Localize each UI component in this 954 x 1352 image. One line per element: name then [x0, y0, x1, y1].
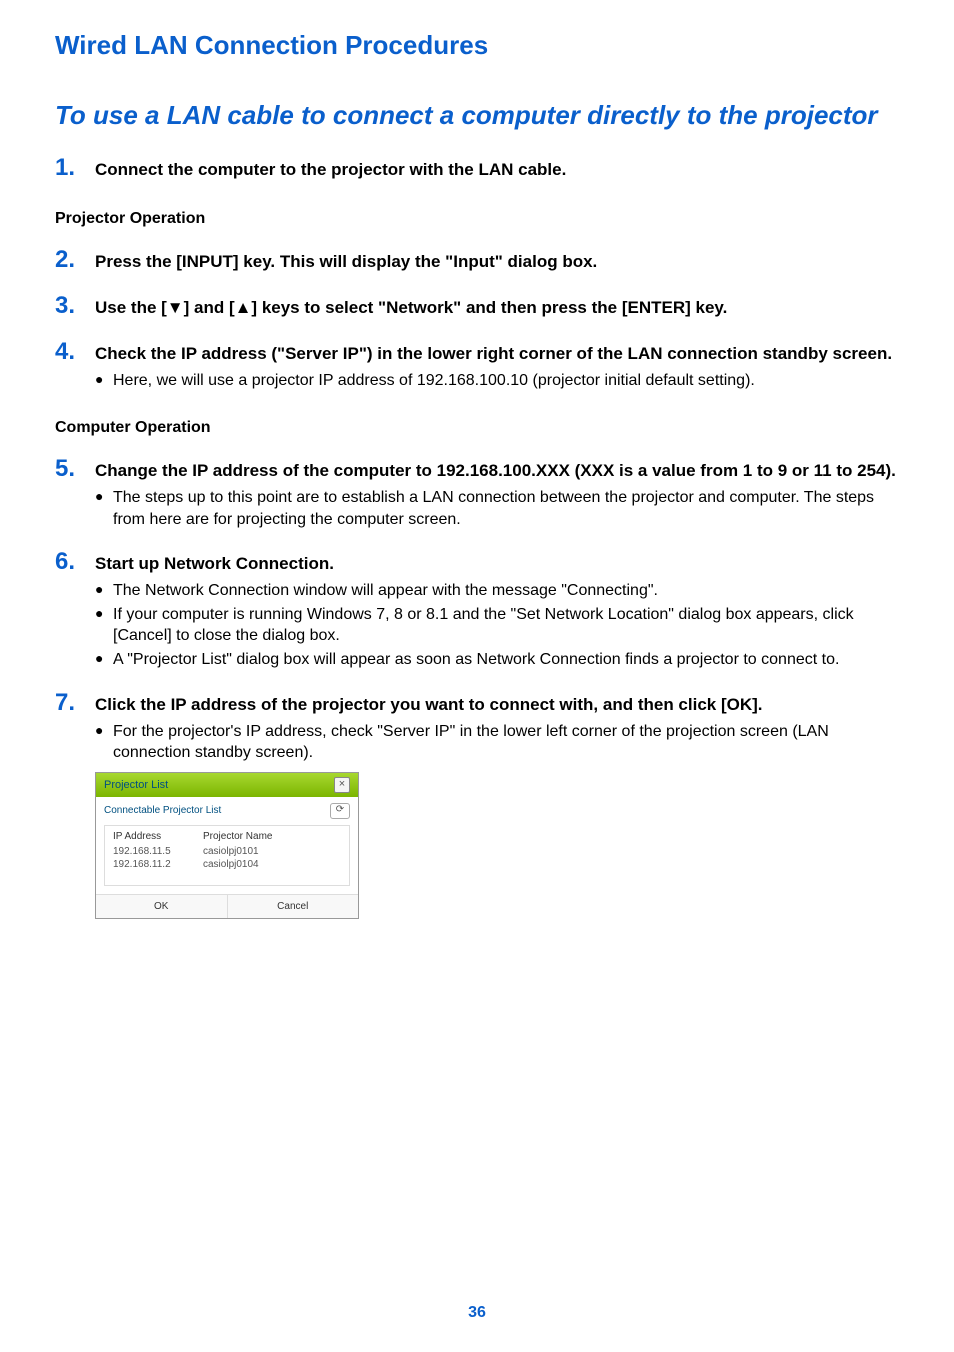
step-5-text: Change the IP address of the computer to… — [95, 460, 899, 483]
step-1-num: 1. — [55, 154, 95, 182]
step-6-bullet-0-text: The Network Connection window will appea… — [113, 580, 899, 602]
col-name-header: Projector Name — [203, 831, 272, 842]
step-4-bullet-0-text: Here, we will use a projector IP address… — [113, 370, 899, 392]
step-2: 2. Press the [INPUT] key. This will disp… — [55, 246, 899, 274]
dialog-subtitle: Connectable Projector List — [104, 805, 221, 816]
bullet-icon: ● — [95, 487, 113, 506]
step-2-text: Press the [INPUT] key. This will display… — [95, 251, 899, 274]
step-1: 1. Connect the computer to the projector… — [55, 154, 899, 182]
step-3-num: 3. — [55, 292, 95, 320]
step-4-num: 4. — [55, 338, 95, 366]
projector-list-dialog: Projector List × Connectable Projector L… — [95, 772, 359, 919]
main-heading: Wired LAN Connection Procedures — [55, 30, 899, 61]
step-6-bullet-1: ● If your computer is running Windows 7,… — [95, 604, 899, 647]
step-7-num: 7. — [55, 689, 95, 717]
step-7-text: Click the IP address of the projector yo… — [95, 694, 899, 717]
step-5-bullet-0-text: The steps up to this point are to establ… — [113, 487, 899, 530]
table-row[interactable]: 192.168.11.2 casiolpj0104 — [113, 858, 341, 871]
bullet-icon: ● — [95, 604, 113, 623]
table-row[interactable]: 192.168.11.5 casiolpj0101 — [113, 845, 341, 858]
sub-heading: To use a LAN cable to connect a computer… — [55, 99, 899, 132]
col-ip-header: IP Address — [113, 831, 203, 842]
projector-table: IP Address Projector Name 192.168.11.5 c… — [104, 825, 350, 886]
bullet-icon: ● — [95, 370, 113, 389]
bullet-icon: ● — [95, 721, 113, 740]
step-3: 3. Use the [▼] and [▲] keys to select "N… — [55, 292, 899, 320]
step-7-bullet-0: ● For the projector's IP address, check … — [95, 721, 899, 764]
bullet-icon: ● — [95, 649, 113, 668]
dialog-title-text: Projector List — [104, 779, 168, 791]
step-6-text: Start up Network Connection. — [95, 553, 899, 576]
row-0-ip: 192.168.11.5 — [113, 846, 203, 857]
step-6-bullet-2: ● A "Projector List" dialog box will app… — [95, 649, 899, 671]
row-1-ip: 192.168.11.2 — [113, 859, 203, 870]
step-6-num: 6. — [55, 548, 95, 576]
step-3-text: Use the [▼] and [▲] keys to select "Netw… — [95, 297, 899, 320]
step-4-bullet-0: ● Here, we will use a projector IP addre… — [95, 370, 899, 392]
row-1-name: casiolpj0104 — [203, 859, 259, 870]
projector-operation-label: Projector Operation — [55, 210, 899, 228]
page-number: 36 — [0, 1304, 954, 1322]
refresh-icon[interactable]: ⟳ — [330, 803, 350, 819]
ok-button[interactable]: OK — [96, 895, 228, 918]
step-7-bullet-0-text: For the projector's IP address, check "S… — [113, 721, 899, 764]
close-icon[interactable]: × — [334, 777, 350, 793]
step-6-bullet-1-text: If your computer is running Windows 7, 8… — [113, 604, 899, 647]
computer-operation-label: Computer Operation — [55, 419, 899, 437]
step-5-bullet-0: ● The steps up to this point are to esta… — [95, 487, 899, 530]
step-5: 5. Change the IP address of the computer… — [55, 455, 899, 530]
step-2-num: 2. — [55, 246, 95, 274]
step-5-num: 5. — [55, 455, 95, 483]
step-4-text: Check the IP address ("Server IP") in th… — [95, 343, 899, 366]
step-4: 4. Check the IP address ("Server IP") in… — [55, 338, 899, 392]
cancel-button[interactable]: Cancel — [228, 895, 359, 918]
step-6: 6. Start up Network Connection. ● The Ne… — [55, 548, 899, 670]
step-6-bullet-2-text: A "Projector List" dialog box will appea… — [113, 649, 899, 671]
row-0-name: casiolpj0101 — [203, 846, 259, 857]
bullet-icon: ● — [95, 580, 113, 599]
step-6-bullet-0: ● The Network Connection window will app… — [95, 580, 899, 602]
step-1-text: Connect the computer to the projector wi… — [95, 159, 899, 182]
step-7: 7. Click the IP address of the projector… — [55, 689, 899, 919]
